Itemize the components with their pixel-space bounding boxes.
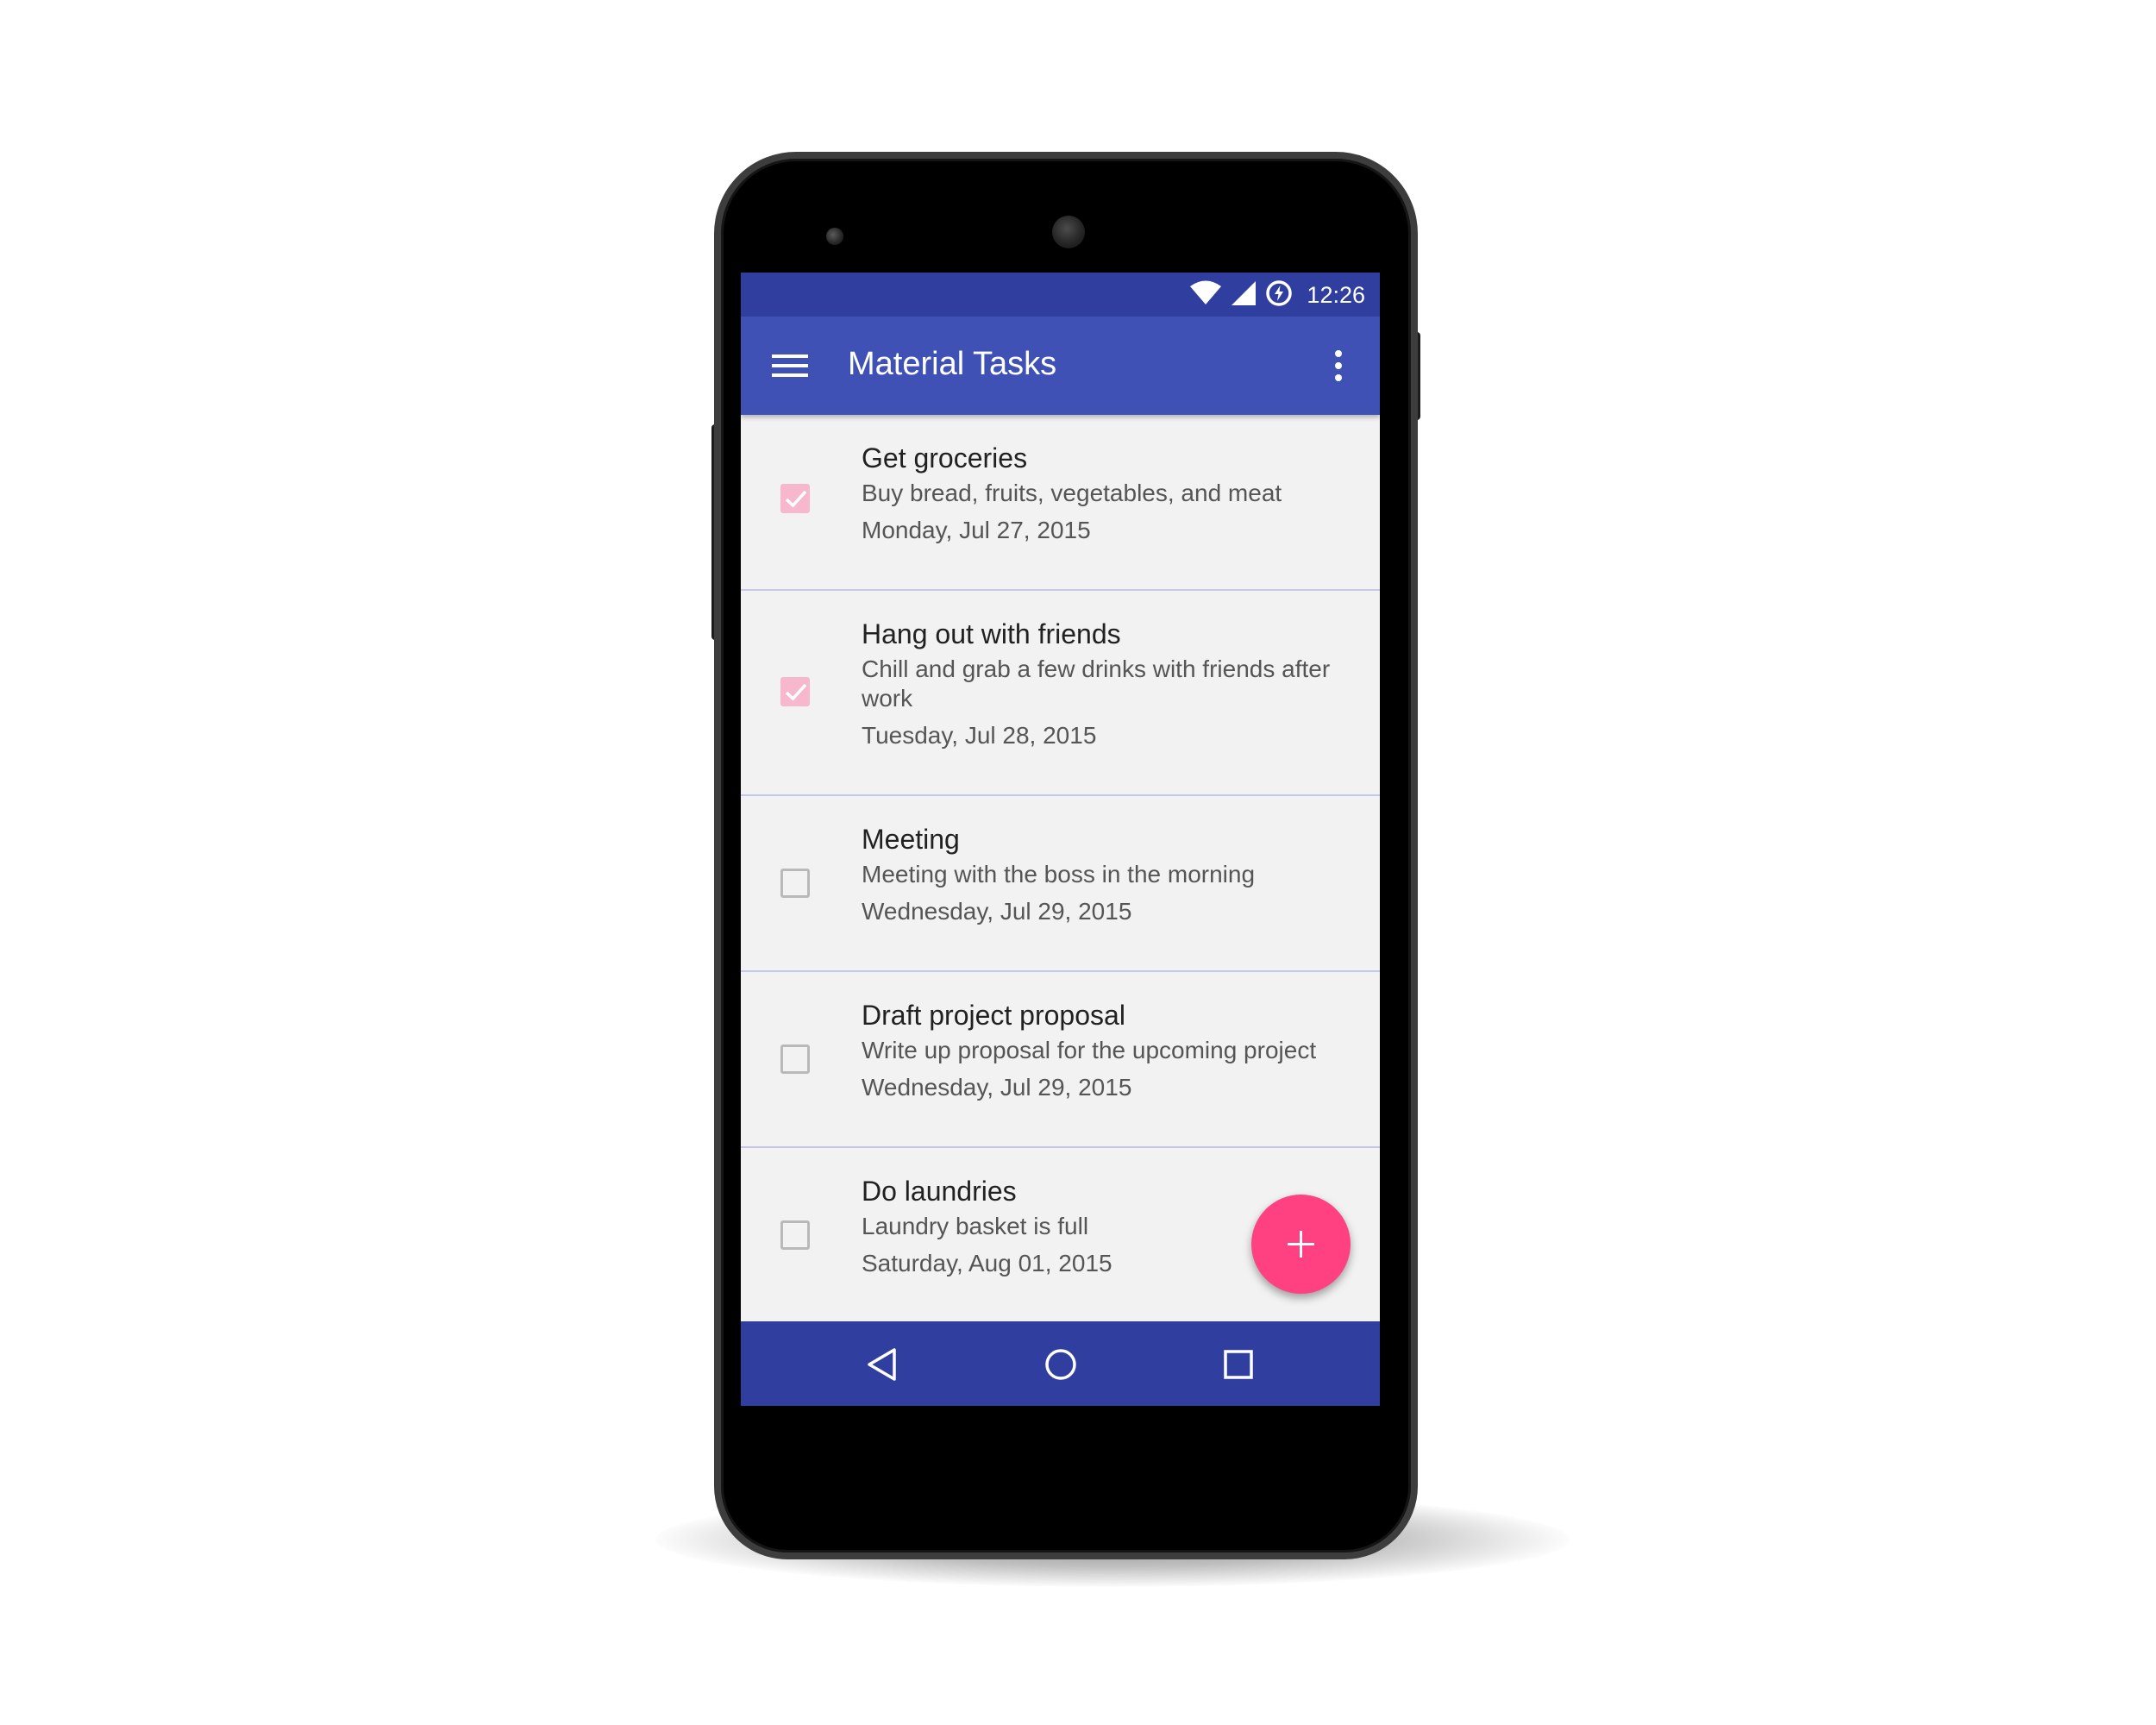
task-description: Write up proposal for the upcoming proje…: [862, 1037, 1317, 1063]
task-title: Draft project proposal: [862, 1000, 1125, 1031]
navigation-bar: [741, 1321, 1380, 1406]
task-title: Meeting: [862, 824, 960, 855]
task-checkbox[interactable]: [780, 869, 810, 898]
task-row[interactable]: Hang out with friends Chill and grab a f…: [741, 591, 1380, 796]
status-time: 12:26: [1307, 281, 1365, 308]
task-description: Buy bread, fruits, vegetables, and meat: [862, 480, 1282, 506]
task-checkbox[interactable]: [780, 1220, 810, 1250]
task-date: Monday, Jul 27, 2015: [862, 517, 1091, 543]
more-vert-icon[interactable]: [1328, 348, 1349, 384]
task-text: Hang out with friends Chill and grab a f…: [862, 617, 1362, 750]
home-icon[interactable]: [1040, 1344, 1081, 1385]
task-text: Meeting Meeting with the boss in the mor…: [862, 822, 1362, 926]
mockup-stage: 12:26 Material Tasks Get groceries Buy b…: [0, 0, 2156, 1725]
app-title: Material Tasks: [848, 346, 1057, 382]
task-text: Draft project proposal Write up proposal…: [862, 998, 1362, 1102]
task-title: Hang out with friends: [862, 618, 1121, 649]
back-icon[interactable]: [862, 1344, 904, 1385]
task-description: Meeting with the boss in the morning: [862, 861, 1256, 888]
add-task-button[interactable]: [1251, 1195, 1351, 1294]
data-saver-icon: [1265, 279, 1293, 310]
task-checkbox[interactable]: [780, 484, 810, 513]
check-icon: [785, 490, 807, 508]
add-icon: [1288, 1231, 1314, 1258]
task-list: Get groceries Buy bread, fruits, vegetab…: [741, 415, 1380, 1324]
cell-signal-icon: [1231, 280, 1257, 310]
wifi-icon: [1189, 280, 1222, 310]
task-row[interactable]: Get groceries Buy bread, fruits, vegetab…: [741, 415, 1380, 591]
task-checkbox[interactable]: [780, 1044, 810, 1074]
recents-icon[interactable]: [1218, 1344, 1259, 1385]
menu-icon[interactable]: [772, 351, 808, 380]
app-bar: Material Tasks: [741, 317, 1380, 415]
task-row[interactable]: Draft project proposal Write up proposal…: [741, 972, 1380, 1148]
task-description: Chill and grab a few drinks with friends…: [862, 656, 1331, 712]
phone-screen: 12:26 Material Tasks Get groceries Buy b…: [741, 273, 1380, 1406]
task-checkbox[interactable]: [780, 677, 810, 706]
earpiece-speaker: [1052, 216, 1085, 248]
status-bar: 12:26: [741, 273, 1380, 317]
task-row[interactable]: Meeting Meeting with the boss in the mor…: [741, 796, 1380, 972]
task-date: Wednesday, Jul 29, 2015: [862, 898, 1132, 925]
task-date: Wednesday, Jul 29, 2015: [862, 1074, 1132, 1101]
task-title: Get groceries: [862, 442, 1028, 474]
task-text: Get groceries Buy bread, fruits, vegetab…: [862, 441, 1362, 545]
task-date: Tuesday, Jul 28, 2015: [862, 722, 1097, 749]
check-icon: [785, 683, 807, 701]
front-camera: [826, 228, 843, 245]
status-icons: 12:26: [1189, 280, 1365, 310]
